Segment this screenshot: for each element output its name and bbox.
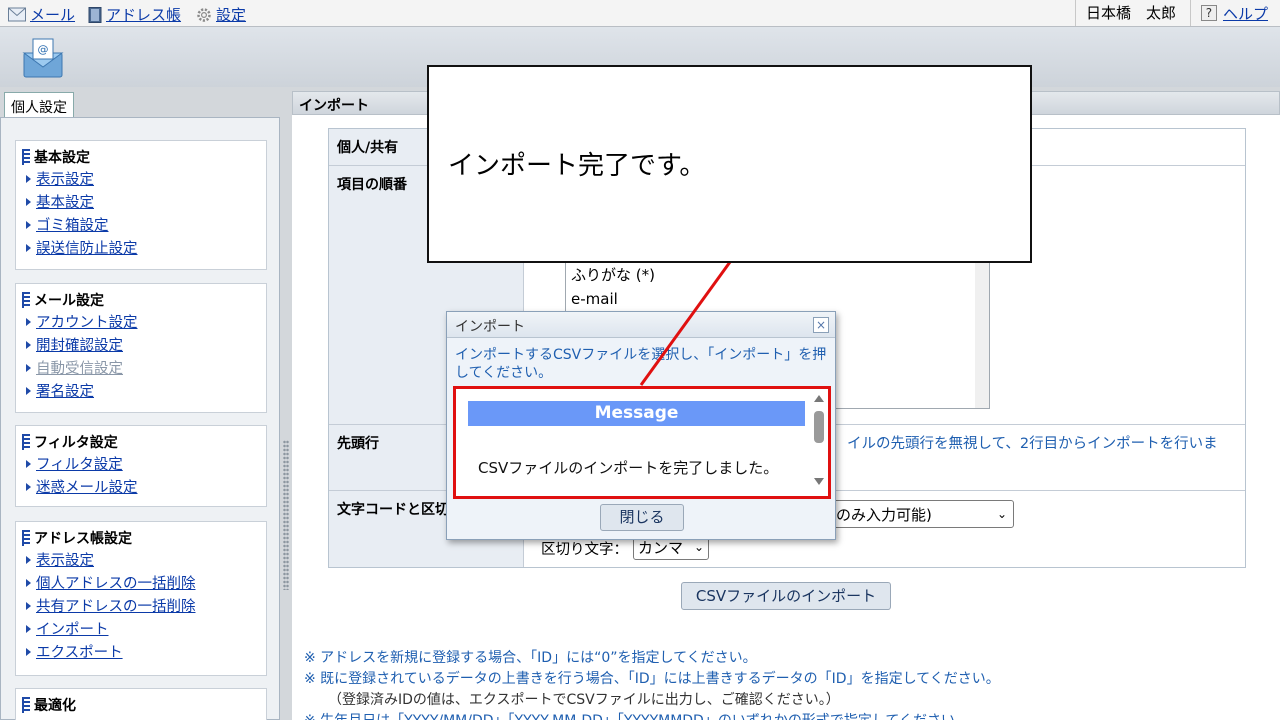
help-link[interactable]: ? ヘルプ	[1189, 0, 1280, 26]
tab-personal-settings[interactable]: 個人設定	[4, 92, 74, 119]
message-scrollbar[interactable]	[814, 395, 824, 485]
splitter-grip[interactable]	[283, 440, 289, 590]
callout-text: インポート完了です。	[448, 151, 706, 181]
grip-icon	[22, 149, 30, 165]
user-name: 日本橋 太郎	[1074, 0, 1190, 26]
scroll-down-icon[interactable]	[814, 478, 824, 485]
section-title: 最適化	[34, 698, 76, 714]
sidebar-item-account-settings[interactable]: アカウント設定	[22, 310, 266, 333]
arrow-icon	[26, 601, 31, 610]
note-line: ※ 既に登録されているデータの上書きを行う場合、「ID」には上書きするデータの「…	[304, 671, 1000, 687]
arrow-icon	[26, 459, 31, 468]
section-basic-settings: 基本設定 表示設定 基本設定 ゴミ箱設定 誤送信防止設定	[15, 140, 267, 270]
arrow-icon	[26, 624, 31, 633]
arrow-icon	[26, 555, 31, 564]
mail-link-label[interactable]: メール	[30, 4, 75, 25]
section-title: メール設定	[34, 293, 104, 309]
note-line: （登録済みIDの値は、エクスポートでCSVファイルに出力し、ご確認ください。）	[328, 692, 840, 708]
section-title: アドレス帳設定	[34, 531, 132, 547]
grip-icon	[22, 697, 30, 713]
sidebar-item-missend-prevention[interactable]: 誤送信防止設定	[22, 236, 266, 259]
section-address-book-settings: アドレス帳設定 表示設定 個人アドレスの一括削除 共有アドレスの一括削除 インポ…	[15, 521, 267, 676]
address-book-link[interactable]: アドレス帳	[88, 4, 181, 25]
message-text: CSVファイルのインポートを完了しました。	[478, 459, 779, 477]
sidebar-item-export[interactable]: エクスポート	[22, 640, 266, 663]
chevron-down-icon: ⌄	[996, 507, 1007, 521]
list-item[interactable]: ふりがな (*)	[566, 263, 989, 287]
tab-personal-settings-label: 個人設定	[11, 100, 67, 116]
sidebar-item-filter-settings[interactable]: フィルタ設定	[22, 452, 266, 475]
message-header: Message	[468, 401, 805, 426]
scrollbar-thumb[interactable]	[814, 411, 824, 443]
settings-link[interactable]: 設定	[196, 4, 246, 25]
settings-link-label[interactable]: 設定	[216, 4, 246, 25]
address-book-icon	[88, 6, 102, 23]
user-area: 日本橋 太郎 ? ヘルプ	[1074, 0, 1280, 26]
grip-icon	[22, 434, 30, 450]
mail-app-logo-icon: @	[22, 38, 64, 78]
scroll-up-icon[interactable]	[814, 395, 824, 402]
charset-select[interactable]: のみ入力可能) ⌄	[829, 500, 1014, 528]
arrow-icon	[26, 363, 31, 372]
svg-text:@: @	[38, 43, 49, 56]
note-line: ※ アドレスを新規に登録する場合、「ID」には“0”を指定してください。	[304, 650, 757, 666]
grip-icon	[22, 530, 30, 546]
arrow-icon	[26, 197, 31, 206]
sidebar-item-signature[interactable]: 署名設定	[22, 379, 266, 402]
charset-select-value: のみ入力可能)	[836, 505, 932, 524]
dialog-description: インポートするCSVファイルを選択し、「インポート」を押してください。	[455, 347, 827, 381]
help-link-label[interactable]: ヘルプ	[1223, 3, 1268, 24]
pane-splitter[interactable]	[280, 90, 292, 720]
list-item[interactable]: e-mail	[566, 287, 989, 311]
sidebar-item-display-settings[interactable]: 表示設定	[22, 167, 266, 190]
dialog-title: インポート	[447, 312, 835, 338]
sidebar-item-trash-settings[interactable]: ゴミ箱設定	[22, 213, 266, 236]
section-title: 基本設定	[34, 150, 90, 166]
csv-import-button[interactable]: CSVファイルのインポート	[681, 582, 891, 610]
chevron-down-icon: ⌄	[693, 540, 704, 554]
sidebar: 基本設定 表示設定 基本設定 ゴミ箱設定 誤送信防止設定 メール設定 アカウント…	[0, 117, 280, 720]
sidebar-item-spam-settings[interactable]: 迷惑メール設定	[22, 475, 266, 498]
arrow-icon	[26, 174, 31, 183]
close-button[interactable]: 閉じる	[600, 504, 684, 531]
section-optimization: 最適化	[15, 688, 267, 720]
first-row-description: イルの先頭行を無視して、2行目からインポートを行いま	[847, 436, 1218, 452]
arrow-icon	[26, 578, 31, 587]
message-box: Message CSVファイルのインポートを完了しました。	[453, 386, 831, 499]
sidebar-item-import[interactable]: インポート	[22, 617, 266, 640]
arrow-icon	[26, 647, 31, 656]
sidebar-item-basic-settings[interactable]: 基本設定	[22, 190, 266, 213]
note-line: ※ 生年月日は「YYYY/MM/DD」「YYYY-MM-DD」「YYYYMMDD…	[304, 710, 969, 720]
arrow-icon	[26, 482, 31, 491]
sidebar-item-ab-display-settings[interactable]: 表示設定	[22, 548, 266, 571]
arrow-icon	[26, 220, 31, 229]
sidebar-item-auto-receive: 自動受信設定	[22, 356, 266, 379]
address-book-link-label[interactable]: アドレス帳	[106, 4, 181, 25]
grip-icon	[22, 292, 30, 308]
section-filter-settings: フィルタ設定 フィルタ設定 迷惑メール設定	[15, 425, 267, 507]
mail-link[interactable]: メール	[8, 4, 75, 25]
section-title: フィルタ設定	[34, 435, 118, 451]
help-icon: ?	[1200, 5, 1217, 21]
section-mail-settings: メール設定 アカウント設定 開封確認設定 自動受信設定 署名設定	[15, 283, 267, 413]
arrow-icon	[26, 340, 31, 349]
sidebar-item-read-receipt[interactable]: 開封確認設定	[22, 333, 266, 356]
sidebar-item-bulk-delete-shared[interactable]: 共有アドレスの一括削除	[22, 594, 266, 617]
import-dialog: インポート × インポートするCSVファイルを選択し、「インポート」を押してくだ…	[446, 311, 836, 540]
callout-box: インポート完了です。	[427, 65, 1032, 263]
arrow-icon	[26, 386, 31, 395]
arrow-icon	[26, 243, 31, 252]
gear-icon	[197, 7, 211, 22]
mail-icon	[8, 7, 26, 22]
arrow-icon	[26, 317, 31, 326]
top-bar: メール アドレス帳 設定 日本橋 太郎 ? ヘルプ	[0, 0, 1280, 27]
close-icon[interactable]: ×	[813, 317, 829, 333]
sidebar-item-bulk-delete-personal[interactable]: 個人アドレスの一括削除	[22, 571, 266, 594]
delimiter-label: 区切り文字：	[541, 542, 628, 558]
